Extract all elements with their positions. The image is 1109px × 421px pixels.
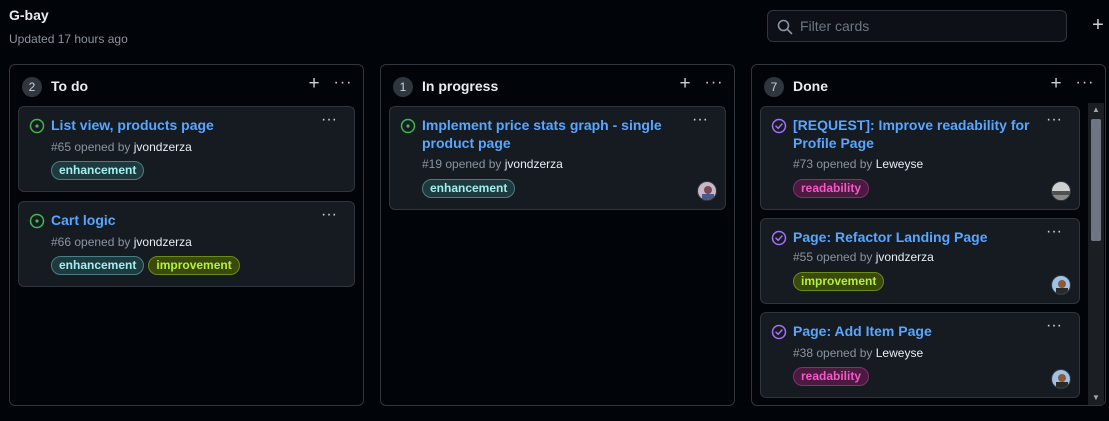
done-column-scrollbar[interactable]: ▲ ▼ bbox=[1088, 103, 1104, 405]
column-more-button[interactable]: ··· bbox=[1074, 74, 1096, 94]
project-title: G-bay bbox=[9, 7, 49, 23]
column-title: Done bbox=[793, 78, 828, 94]
avatar-image bbox=[1052, 182, 1070, 200]
issue-author-link[interactable]: jvondzerza bbox=[134, 140, 192, 154]
issue-labels: enhancement bbox=[422, 179, 516, 199]
assignee-avatar[interactable] bbox=[1051, 181, 1071, 201]
label-improvement[interactable]: improvement bbox=[793, 272, 885, 291]
project-updated-text: Updated 17 hours ago bbox=[9, 32, 128, 46]
issue-author-link[interactable]: Leweyse bbox=[876, 346, 923, 360]
scroll-up-arrow-icon[interactable]: ▲ bbox=[1088, 103, 1104, 117]
issue-author-link[interactable]: jvondzerza bbox=[876, 250, 934, 264]
issue-number-text: #65 opened by bbox=[51, 140, 134, 154]
issue-title-line: product page bbox=[422, 135, 511, 151]
card-more-button[interactable]: ··· bbox=[318, 207, 340, 226]
issue-author-link[interactable]: Leweyse bbox=[876, 157, 923, 171]
avatar-image bbox=[1052, 276, 1070, 294]
issue-title-link[interactable]: Page: Add Item Page bbox=[793, 322, 932, 340]
issue-author-link[interactable]: jvondzerza bbox=[134, 235, 192, 249]
label-enhancement[interactable]: enhancement bbox=[51, 161, 145, 180]
issue-card[interactable]: Page: Refactor Landing Page #55 opened b… bbox=[760, 218, 1080, 304]
issue-title-link[interactable]: List view, products page bbox=[51, 116, 214, 134]
issue-opened-icon bbox=[400, 118, 416, 134]
issue-title-link[interactable]: Implement price stats graph - single pro… bbox=[422, 116, 662, 152]
issue-number-text: #55 opened by bbox=[793, 250, 876, 264]
column-more-button[interactable]: ··· bbox=[703, 74, 725, 94]
issue-labels: readability bbox=[793, 179, 870, 199]
card-more-button[interactable]: ··· bbox=[689, 112, 711, 131]
filter-cards-box[interactable] bbox=[767, 10, 1067, 42]
column-header: 1 In progress + ··· bbox=[381, 65, 734, 107]
issue-meta: #38 opened by Leweyse bbox=[793, 346, 923, 360]
assignee-avatar[interactable] bbox=[1051, 275, 1071, 295]
column-done: 7 Done + ··· [REQUEST]: Improve readabil… bbox=[751, 64, 1106, 406]
issue-title-link[interactable]: Page: Refactor Landing Page bbox=[793, 228, 987, 246]
column-title: To do bbox=[51, 78, 89, 94]
issue-card[interactable]: Cart logic #66 opened by jvondzerza enha… bbox=[18, 201, 355, 287]
column-header: 2 To do + ··· bbox=[10, 65, 363, 107]
filter-cards-input[interactable] bbox=[800, 11, 1060, 41]
issue-card[interactable]: Implement price stats graph - single pro… bbox=[389, 106, 726, 210]
column-card-count: 1 bbox=[393, 77, 413, 97]
card-more-button[interactable]: ··· bbox=[1043, 224, 1065, 243]
issue-meta: #55 opened by jvondzerza bbox=[793, 250, 934, 264]
project-header: G-bay Updated 17 hours ago + bbox=[0, 0, 1109, 60]
column-more-button[interactable]: ··· bbox=[332, 74, 354, 94]
issue-labels: enhancement improvement bbox=[51, 256, 240, 276]
issue-card[interactable]: List view, products page #65 opened by j… bbox=[18, 106, 355, 192]
label-improvement[interactable]: improvement bbox=[148, 256, 240, 275]
issue-closed-icon bbox=[771, 118, 787, 134]
issue-labels: improvement bbox=[793, 272, 885, 292]
search-icon bbox=[777, 19, 793, 35]
issue-card[interactable]: [REQUEST]: Improve readability for Profi… bbox=[760, 106, 1080, 210]
issue-meta: #65 opened by jvondzerza bbox=[51, 140, 192, 154]
issue-meta: #66 opened by jvondzerza bbox=[51, 235, 192, 249]
avatar-image bbox=[698, 182, 716, 200]
issue-number-text: #38 opened by bbox=[793, 346, 876, 360]
column-card-count: 7 bbox=[764, 77, 784, 97]
column-header: 7 Done + ··· bbox=[752, 65, 1105, 107]
issue-opened-icon bbox=[29, 118, 45, 134]
issue-labels: enhancement bbox=[51, 161, 145, 181]
issue-title-line: [REQUEST]: Improve readability for bbox=[793, 117, 1030, 133]
label-readability[interactable]: readability bbox=[793, 367, 870, 386]
card-more-button[interactable]: ··· bbox=[1043, 318, 1065, 337]
issue-opened-icon bbox=[29, 213, 45, 229]
issue-labels: readability bbox=[793, 367, 870, 387]
issue-title-link[interactable]: Cart logic bbox=[51, 211, 116, 229]
label-readability[interactable]: readability bbox=[793, 179, 870, 198]
add-column-button[interactable]: + bbox=[1088, 15, 1108, 37]
scrollbar-thumb[interactable] bbox=[1091, 119, 1101, 241]
column-card-count: 2 bbox=[22, 77, 42, 97]
label-enhancement[interactable]: enhancement bbox=[51, 256, 145, 275]
add-card-button[interactable]: + bbox=[1048, 74, 1064, 94]
assignee-avatar[interactable] bbox=[1051, 369, 1071, 389]
issue-number-text: #73 opened by bbox=[793, 157, 876, 171]
add-card-button[interactable]: + bbox=[677, 74, 693, 94]
issue-title-link[interactable]: [REQUEST]: Improve readability for Profi… bbox=[793, 116, 1029, 152]
issue-closed-icon bbox=[771, 324, 787, 340]
issue-number-text: #19 opened by bbox=[422, 157, 505, 171]
column-in-progress: 1 In progress + ··· Implement price stat… bbox=[380, 64, 735, 406]
issue-card[interactable]: Page: Add Item Page #38 opened by Leweys… bbox=[760, 312, 1080, 398]
add-card-button[interactable]: + bbox=[306, 74, 322, 94]
issue-meta: #19 opened by jvondzerza bbox=[422, 157, 563, 171]
issue-author-link[interactable]: jvondzerza bbox=[505, 157, 563, 171]
issue-title-line: Implement price stats graph - single bbox=[422, 117, 662, 133]
avatar-image bbox=[1052, 370, 1070, 388]
card-more-button[interactable]: ··· bbox=[1043, 112, 1065, 131]
card-more-button[interactable]: ··· bbox=[318, 112, 340, 131]
issue-number-text: #66 opened by bbox=[51, 235, 134, 249]
label-enhancement[interactable]: enhancement bbox=[422, 179, 516, 198]
column-title: In progress bbox=[422, 78, 499, 94]
issue-title-line: Profile Page bbox=[793, 135, 874, 151]
scroll-down-arrow-icon[interactable]: ▼ bbox=[1088, 391, 1104, 405]
issue-meta: #73 opened by Leweyse bbox=[793, 157, 923, 171]
column-to-do: 2 To do + ··· List view, products page #… bbox=[9, 64, 364, 406]
issue-closed-icon bbox=[771, 230, 787, 246]
assignee-avatar[interactable] bbox=[697, 181, 717, 201]
